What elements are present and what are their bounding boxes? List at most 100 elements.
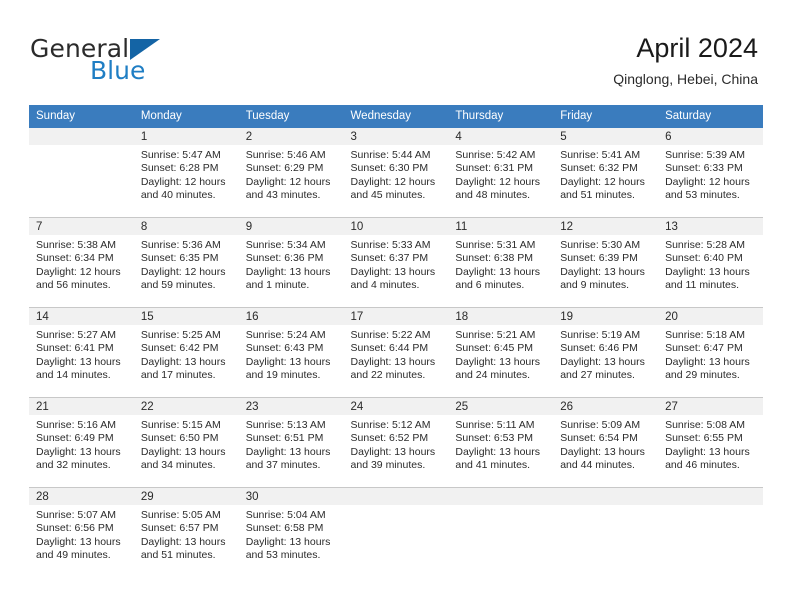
calendar-day-cell bbox=[343, 487, 449, 577]
calendar-day-cell[interactable]: 16 Sunrise: 5:24 AM Sunset: 6:43 PM Dayligh… bbox=[238, 307, 344, 398]
day-number: 3 bbox=[343, 128, 449, 145]
day-number: 19 bbox=[553, 308, 659, 325]
calendar-day-cell[interactable]: 1 Sunrise: 5:47 AM Sunset: 6:28 PM Daylight… bbox=[133, 128, 239, 218]
day-number: 26 bbox=[553, 398, 659, 415]
calendar-day-cell[interactable]: 15 Sunrise: 5:25 AM Sunset: 6:42 PM Dayligh… bbox=[133, 307, 239, 398]
calendar-day-cell bbox=[658, 487, 763, 577]
day-number: 25 bbox=[448, 398, 554, 415]
weekday-header-saturday: Saturday bbox=[658, 105, 763, 128]
sunrise-sunset-calendar-table: Sunday Monday Tuesday Wednesday Thursday… bbox=[29, 105, 763, 577]
calendar-day-cell[interactable]: 5 Sunrise: 5:41 AM Sunset: 6:32 PM Daylight… bbox=[553, 128, 659, 218]
sunset-time: Sunset: 6:50 PM bbox=[140, 432, 219, 445]
calendar-day-cell[interactable]: 12 Sunrise: 5:30 AM Sunset: 6:39 PM Dayligh… bbox=[553, 217, 659, 308]
page-title: April 2024 bbox=[636, 33, 758, 63]
day-cell-details: Sunrise: 5:07 AM Sunset: 6:56 PM Daylight:… bbox=[29, 505, 134, 563]
brand-logo[interactable]: General Blue bbox=[30, 36, 250, 84]
daylight-duration: Daylight: 13 hours and 49 minutes. bbox=[36, 535, 121, 562]
calendar-day-cell[interactable]: 30 Sunrise: 5:04 AM Sunset: 6:58 PM Dayligh… bbox=[238, 487, 344, 577]
sunrise-time: Sunrise: 5:05 AM bbox=[140, 509, 221, 521]
daylight-duration: Daylight: 13 hours and 53 minutes. bbox=[245, 535, 331, 562]
day-cell-inner: 18 Sunrise: 5:21 AM Sunset: 6:45 PM Dayligh… bbox=[448, 308, 554, 397]
day-cell-inner: 28 Sunrise: 5:07 AM Sunset: 6:56 PM Dayligh… bbox=[29, 488, 134, 577]
sunset-time: Sunset: 6:57 PM bbox=[140, 522, 219, 535]
sunrise-time: Sunrise: 5:38 AM bbox=[36, 239, 116, 251]
calendar-day-cell[interactable]: 25 Sunrise: 5:11 AM Sunset: 6:53 PM Dayligh… bbox=[448, 397, 554, 488]
sunrise-time: Sunrise: 5:11 AM bbox=[455, 419, 535, 431]
day-cell-details: Sunrise: 5:11 AM Sunset: 6:53 PM Daylight:… bbox=[448, 415, 553, 473]
daylight-duration: Daylight: 13 hours and 14 minutes. bbox=[36, 355, 121, 382]
sunset-time: Sunset: 6:35 PM bbox=[140, 252, 219, 265]
day-cell-details: Sunrise: 5:05 AM Sunset: 6:57 PM Daylight:… bbox=[134, 505, 239, 563]
day-cell-inner: 19 Sunrise: 5:19 AM Sunset: 6:46 PM Dayligh… bbox=[553, 308, 659, 397]
daylight-duration: Daylight: 12 hours and 43 minutes. bbox=[245, 175, 331, 202]
day-cell-inner: 2 Sunrise: 5:46 AM Sunset: 6:29 PM Daylight… bbox=[238, 128, 344, 217]
day-number: 4 bbox=[448, 128, 554, 145]
daylight-duration: Daylight: 13 hours and 24 minutes. bbox=[455, 355, 541, 382]
day-cell-details: Sunrise: 5:08 AM Sunset: 6:55 PM Daylight:… bbox=[658, 415, 763, 473]
sunrise-time: Sunrise: 5:04 AM bbox=[245, 509, 326, 521]
day-cell-inner: 8 Sunrise: 5:36 AM Sunset: 6:35 PM Daylight… bbox=[133, 218, 239, 307]
calendar-day-cell[interactable]: 3 Sunrise: 5:44 AM Sunset: 6:30 PM Daylight… bbox=[343, 128, 449, 218]
day-cell-details: Sunrise: 5:25 AM Sunset: 6:42 PM Daylight:… bbox=[134, 325, 239, 383]
daylight-duration: Daylight: 13 hours and 17 minutes. bbox=[140, 355, 226, 382]
day-number: 28 bbox=[29, 488, 134, 505]
daylight-duration: Daylight: 12 hours and 59 minutes. bbox=[140, 265, 226, 292]
day-cell-inner bbox=[448, 488, 554, 577]
sunrise-time: Sunrise: 5:42 AM bbox=[455, 149, 536, 161]
calendar-day-cell[interactable]: 8 Sunrise: 5:36 AM Sunset: 6:35 PM Daylight… bbox=[133, 217, 239, 308]
calendar-day-cell[interactable]: 17 Sunrise: 5:22 AM Sunset: 6:44 PM Dayligh… bbox=[343, 307, 449, 398]
day-number bbox=[448, 488, 554, 505]
day-cell-details: Sunrise: 5:42 AM Sunset: 6:31 PM Daylight:… bbox=[448, 145, 553, 203]
calendar-day-cell[interactable]: 13 Sunrise: 5:28 AM Sunset: 6:40 PM Dayligh… bbox=[658, 217, 763, 308]
day-cell-inner: 17 Sunrise: 5:22 AM Sunset: 6:44 PM Dayligh… bbox=[343, 308, 449, 397]
calendar-day-cell[interactable]: 11 Sunrise: 5:31 AM Sunset: 6:38 PM Dayligh… bbox=[448, 217, 554, 308]
calendar-day-cell[interactable]: 4 Sunrise: 5:42 AM Sunset: 6:31 PM Daylight… bbox=[448, 128, 554, 218]
calendar-day-cell[interactable]: 29 Sunrise: 5:05 AM Sunset: 6:57 PM Dayligh… bbox=[133, 487, 239, 577]
day-number: 16 bbox=[238, 308, 344, 325]
day-number: 24 bbox=[343, 398, 449, 415]
day-cell-inner: 29 Sunrise: 5:05 AM Sunset: 6:57 PM Dayligh… bbox=[133, 488, 239, 577]
day-number: 2 bbox=[238, 128, 344, 145]
calendar-day-cell[interactable]: 26 Sunrise: 5:09 AM Sunset: 6:54 PM Dayligh… bbox=[553, 397, 659, 488]
calendar-day-cell[interactable]: 18 Sunrise: 5:21 AM Sunset: 6:45 PM Dayligh… bbox=[448, 307, 554, 398]
calendar-day-cell[interactable]: 19 Sunrise: 5:19 AM Sunset: 6:46 PM Dayligh… bbox=[553, 307, 659, 398]
day-cell-details: Sunrise: 5:44 AM Sunset: 6:30 PM Daylight:… bbox=[344, 145, 449, 203]
sunrise-time: Sunrise: 5:28 AM bbox=[665, 239, 746, 251]
calendar-day-cell[interactable]: 28 Sunrise: 5:07 AM Sunset: 6:56 PM Dayligh… bbox=[29, 487, 134, 577]
calendar-day-cell[interactable]: 9 Sunrise: 5:34 AM Sunset: 6:36 PM Daylight… bbox=[238, 217, 344, 308]
calendar-week-row: 28 Sunrise: 5:07 AM Sunset: 6:56 PM Dayligh… bbox=[29, 487, 763, 577]
calendar-day-cell[interactable]: 27 Sunrise: 5:08 AM Sunset: 6:55 PM Dayligh… bbox=[658, 397, 763, 488]
day-number: 11 bbox=[448, 218, 554, 235]
day-cell-inner: 1 Sunrise: 5:47 AM Sunset: 6:28 PM Daylight… bbox=[133, 128, 239, 217]
day-number bbox=[658, 488, 763, 505]
calendar-day-cell[interactable]: 10 Sunrise: 5:33 AM Sunset: 6:37 PM Dayligh… bbox=[343, 217, 449, 308]
day-cell-inner: 12 Sunrise: 5:30 AM Sunset: 6:39 PM Dayligh… bbox=[553, 218, 659, 307]
calendar-day-cell[interactable]: 24 Sunrise: 5:12 AM Sunset: 6:52 PM Dayligh… bbox=[343, 397, 449, 488]
calendar-day-cell[interactable]: 21 Sunrise: 5:16 AM Sunset: 6:49 PM Dayligh… bbox=[29, 397, 134, 488]
day-cell-inner: 11 Sunrise: 5:31 AM Sunset: 6:38 PM Dayligh… bbox=[448, 218, 554, 307]
calendar-day-cell[interactable]: 6 Sunrise: 5:39 AM Sunset: 6:33 PM Daylight… bbox=[658, 128, 763, 218]
calendar-week-row: 7 Sunrise: 5:38 AM Sunset: 6:34 PM Daylight… bbox=[29, 217, 763, 308]
calendar-day-cell[interactable]: 2 Sunrise: 5:46 AM Sunset: 6:29 PM Daylight… bbox=[238, 128, 344, 218]
daylight-duration: Daylight: 12 hours and 48 minutes. bbox=[455, 175, 541, 202]
calendar-day-cell[interactable]: 7 Sunrise: 5:38 AM Sunset: 6:34 PM Daylight… bbox=[29, 217, 134, 308]
day-cell-inner: 23 Sunrise: 5:13 AM Sunset: 6:51 PM Dayligh… bbox=[238, 398, 344, 487]
daylight-duration: Daylight: 13 hours and 6 minutes. bbox=[455, 265, 541, 292]
day-number: 14 bbox=[29, 308, 134, 325]
day-cell-details: Sunrise: 5:12 AM Sunset: 6:52 PM Daylight:… bbox=[344, 415, 449, 473]
day-cell-details: Sunrise: 5:33 AM Sunset: 6:37 PM Daylight:… bbox=[344, 235, 449, 293]
daylight-duration: Daylight: 13 hours and 46 minutes. bbox=[665, 445, 750, 472]
sunrise-time: Sunrise: 5:27 AM bbox=[36, 329, 116, 341]
calendar-day-cell[interactable]: 14 Sunrise: 5:27 AM Sunset: 6:41 PM Dayligh… bbox=[29, 307, 134, 398]
day-cell-inner: 3 Sunrise: 5:44 AM Sunset: 6:30 PM Daylight… bbox=[343, 128, 449, 217]
sunset-time: Sunset: 6:52 PM bbox=[350, 432, 429, 445]
day-number: 21 bbox=[29, 398, 134, 415]
calendar-day-cell[interactable]: 22 Sunrise: 5:15 AM Sunset: 6:50 PM Dayligh… bbox=[133, 397, 239, 488]
calendar-day-cell[interactable]: 23 Sunrise: 5:13 AM Sunset: 6:51 PM Dayligh… bbox=[238, 397, 344, 488]
day-cell-inner: 25 Sunrise: 5:11 AM Sunset: 6:53 PM Dayligh… bbox=[448, 398, 554, 487]
daylight-duration: Daylight: 13 hours and 4 minutes. bbox=[350, 265, 436, 292]
sunrise-time: Sunrise: 5:30 AM bbox=[560, 239, 641, 251]
sunset-time: Sunset: 6:58 PM bbox=[245, 522, 324, 535]
sunset-time: Sunset: 6:51 PM bbox=[245, 432, 324, 445]
calendar-day-cell[interactable]: 20 Sunrise: 5:18 AM Sunset: 6:47 PM Dayligh… bbox=[658, 307, 763, 398]
